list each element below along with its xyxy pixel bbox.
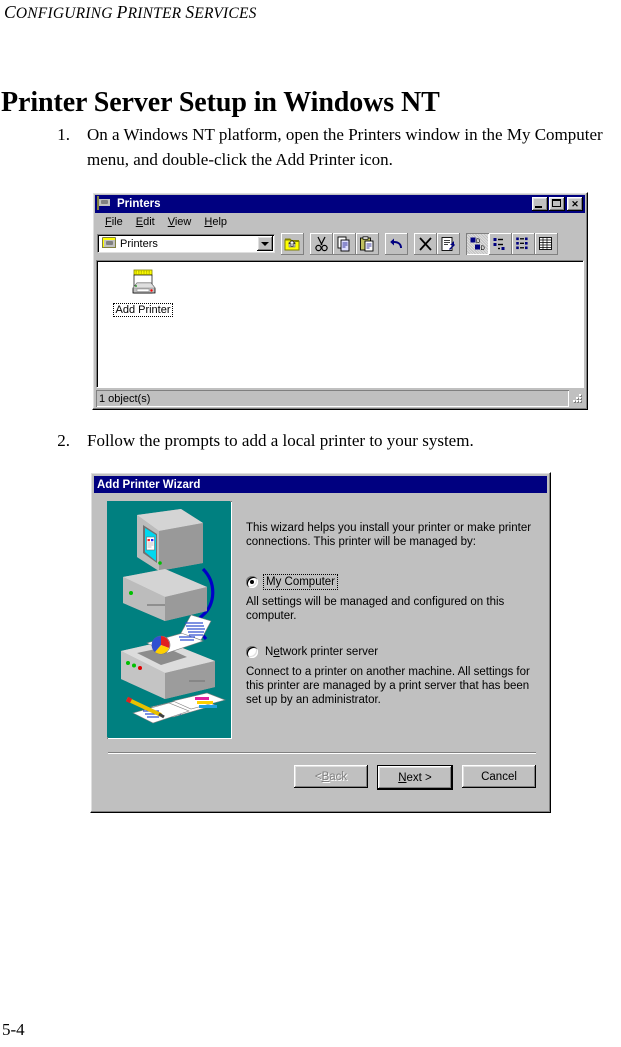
cancel-button[interactable]: Cancel [462, 765, 536, 788]
list-item-add-printer[interactable]: Add Printer [105, 267, 181, 317]
menu-help-label: elp [212, 215, 228, 228]
radio-my-computer-label: My Computer [263, 574, 339, 590]
step-text: On a Windows NT platform, open the Print… [87, 125, 603, 169]
step-number: 1. [57, 125, 70, 144]
running-head-text: CONFIGURING PRINTER SERVICES [4, 2, 257, 22]
printers-window-title: Printers [117, 198, 161, 210]
menu-file[interactable]: File [99, 215, 130, 229]
list-view-icon[interactable] [512, 232, 535, 255]
network-printer-server-description: Connect to a printer on another machine.… [246, 666, 530, 706]
printers-folder-icon [97, 196, 113, 211]
svg-text:D: D [476, 239, 481, 245]
titlebar-buttons: ✕ [532, 197, 583, 211]
wizard-intro-text: This wizard helps you install your print… [246, 522, 532, 548]
minimize-button[interactable] [532, 197, 548, 211]
menu-edit-label: dit [143, 215, 155, 228]
step-list-item-2: 2. Follow the prompts to add a local pri… [45, 428, 607, 453]
svg-text:D: D [481, 246, 486, 252]
cut-icon[interactable] [310, 232, 333, 255]
small-icons-icon[interactable] [489, 232, 512, 255]
undo-icon[interactable] [385, 232, 408, 255]
page-number: 5-4 [2, 1020, 25, 1039]
copy-icon[interactable] [333, 232, 356, 255]
step-list-item-1: 1. On a Windows NT platform, open the Pr… [45, 122, 607, 172]
add-printer-wizard-dialog[interactable]: Add Printer Wizard This wizard helps you… [90, 472, 551, 813]
add-printer-icon [105, 267, 181, 303]
close-button[interactable]: ✕ [567, 197, 583, 211]
folder-icon [102, 236, 116, 251]
wizard-titlebar[interactable]: Add Printer Wizard [94, 476, 547, 493]
step-text: Follow the prompts to add a local printe… [87, 431, 474, 450]
wizard-content: This wizard helps you install your print… [246, 521, 536, 707]
printers-titlebar[interactable]: Printers ✕ [95, 195, 585, 213]
menu-help[interactable]: Help [198, 215, 234, 229]
properties-icon[interactable] [437, 232, 460, 255]
wizard-separator [108, 752, 536, 754]
wizard-title: Add Printer Wizard [97, 478, 201, 491]
maximize-button[interactable] [549, 197, 565, 211]
printer-setup-illustration [107, 501, 232, 739]
menu-view[interactable]: View [162, 215, 199, 229]
printers-statusbar: 1 object(s) [96, 390, 584, 407]
list-item-label: Add Printer [113, 303, 173, 317]
my-computer-description: All settings will be managed and configu… [246, 596, 505, 622]
status-text: 1 object(s) [96, 390, 569, 407]
printers-file-list[interactable]: Add Printer [96, 260, 584, 388]
up-one-level-icon[interactable] [281, 232, 304, 255]
resize-grip-icon[interactable] [570, 392, 584, 406]
wizard-button-bar: < Back Next > Cancel [294, 765, 536, 790]
menu-file-label: ile [111, 215, 123, 228]
radio-network-printer-server[interactable]: Network printer server [246, 645, 536, 659]
running-head: CONFIGURING PRINTER SERVICES [4, 2, 257, 23]
menu-edit[interactable]: Edit [130, 215, 162, 229]
radio-network-printer-server-label: Network printer server [265, 646, 379, 658]
radio-my-computer[interactable]: My Computer [246, 574, 536, 590]
path-combo-box[interactable]: Printers [97, 234, 275, 253]
printers-toolbar: Printers D D [95, 231, 585, 255]
menu-view-label: iew [174, 215, 192, 228]
printers-window[interactable]: Printers ✕ File Edit View Help Printers [92, 192, 588, 410]
step-number: 2. [57, 431, 70, 450]
delete-icon[interactable] [414, 232, 437, 255]
radio-button-icon[interactable] [246, 646, 258, 658]
path-combo-value: Printers [120, 237, 158, 250]
chevron-down-icon[interactable] [257, 236, 273, 251]
details-view-icon[interactable] [535, 232, 558, 255]
page-title: Printer Server Setup in Windows NT [1, 86, 440, 118]
next-button[interactable]: Next > [377, 765, 453, 790]
printers-menubar: File Edit View Help [95, 213, 585, 231]
large-icons-icon[interactable]: D D [466, 232, 489, 255]
paste-icon[interactable] [356, 232, 379, 255]
back-button[interactable]: < Back [294, 765, 368, 788]
wizard-body: This wizard helps you install your print… [94, 493, 549, 811]
radio-button-icon[interactable] [246, 576, 258, 588]
